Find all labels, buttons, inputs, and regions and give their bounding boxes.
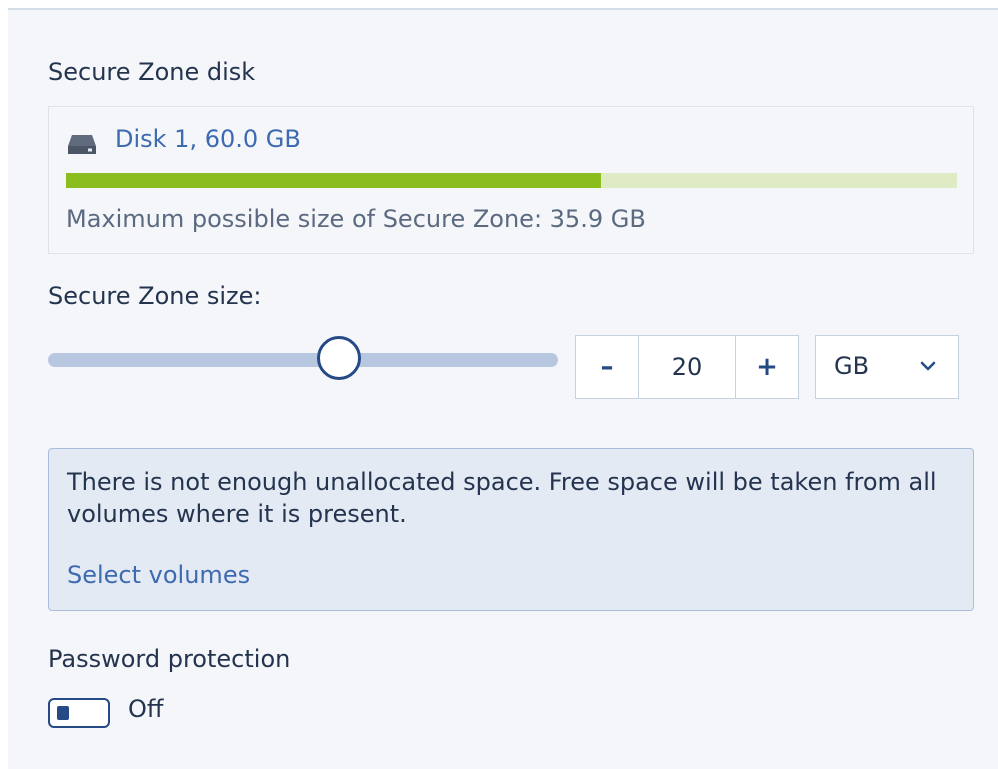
size-value-input[interactable]: 20 [638, 336, 736, 398]
toggle-knob [57, 706, 69, 720]
password-protection-label: Password protection [48, 645, 291, 673]
disk-usage-bar [66, 173, 957, 188]
password-protection-toggle[interactable] [48, 698, 110, 728]
size-slider-track[interactable] [48, 353, 558, 367]
disk-card: Disk 1, 60.0 GB Maximum possible size of… [48, 106, 974, 254]
disk-link[interactable]: Disk 1, 60.0 GB [115, 125, 301, 153]
hard-drive-icon [68, 135, 96, 154]
notice-message: There is not enough unallocated space. F… [67, 468, 937, 528]
secure-zone-disk-label: Secure Zone disk [48, 58, 256, 86]
disk-usage-fill [66, 173, 601, 188]
chevron-down-icon [920, 361, 936, 371]
secure-zone-panel: Secure Zone disk Disk 1, 60.0 GB Maximum… [8, 8, 998, 769]
unit-select[interactable]: GB [815, 335, 959, 399]
size-stepper: – 20 + [575, 335, 799, 399]
unit-selected-value: GB [834, 352, 870, 380]
increment-button[interactable]: + [736, 336, 798, 398]
decrement-button[interactable]: – [576, 336, 638, 398]
toggle-state-label: Off [128, 695, 164, 723]
max-size-text: Maximum possible size of Secure Zone: 35… [66, 205, 646, 233]
secure-zone-size-label: Secure Zone size: [48, 282, 262, 310]
size-slider-thumb[interactable] [316, 336, 361, 380]
select-volumes-link[interactable]: Select volumes [67, 561, 250, 589]
unallocated-space-notice: There is not enough unallocated space. F… [48, 448, 974, 611]
